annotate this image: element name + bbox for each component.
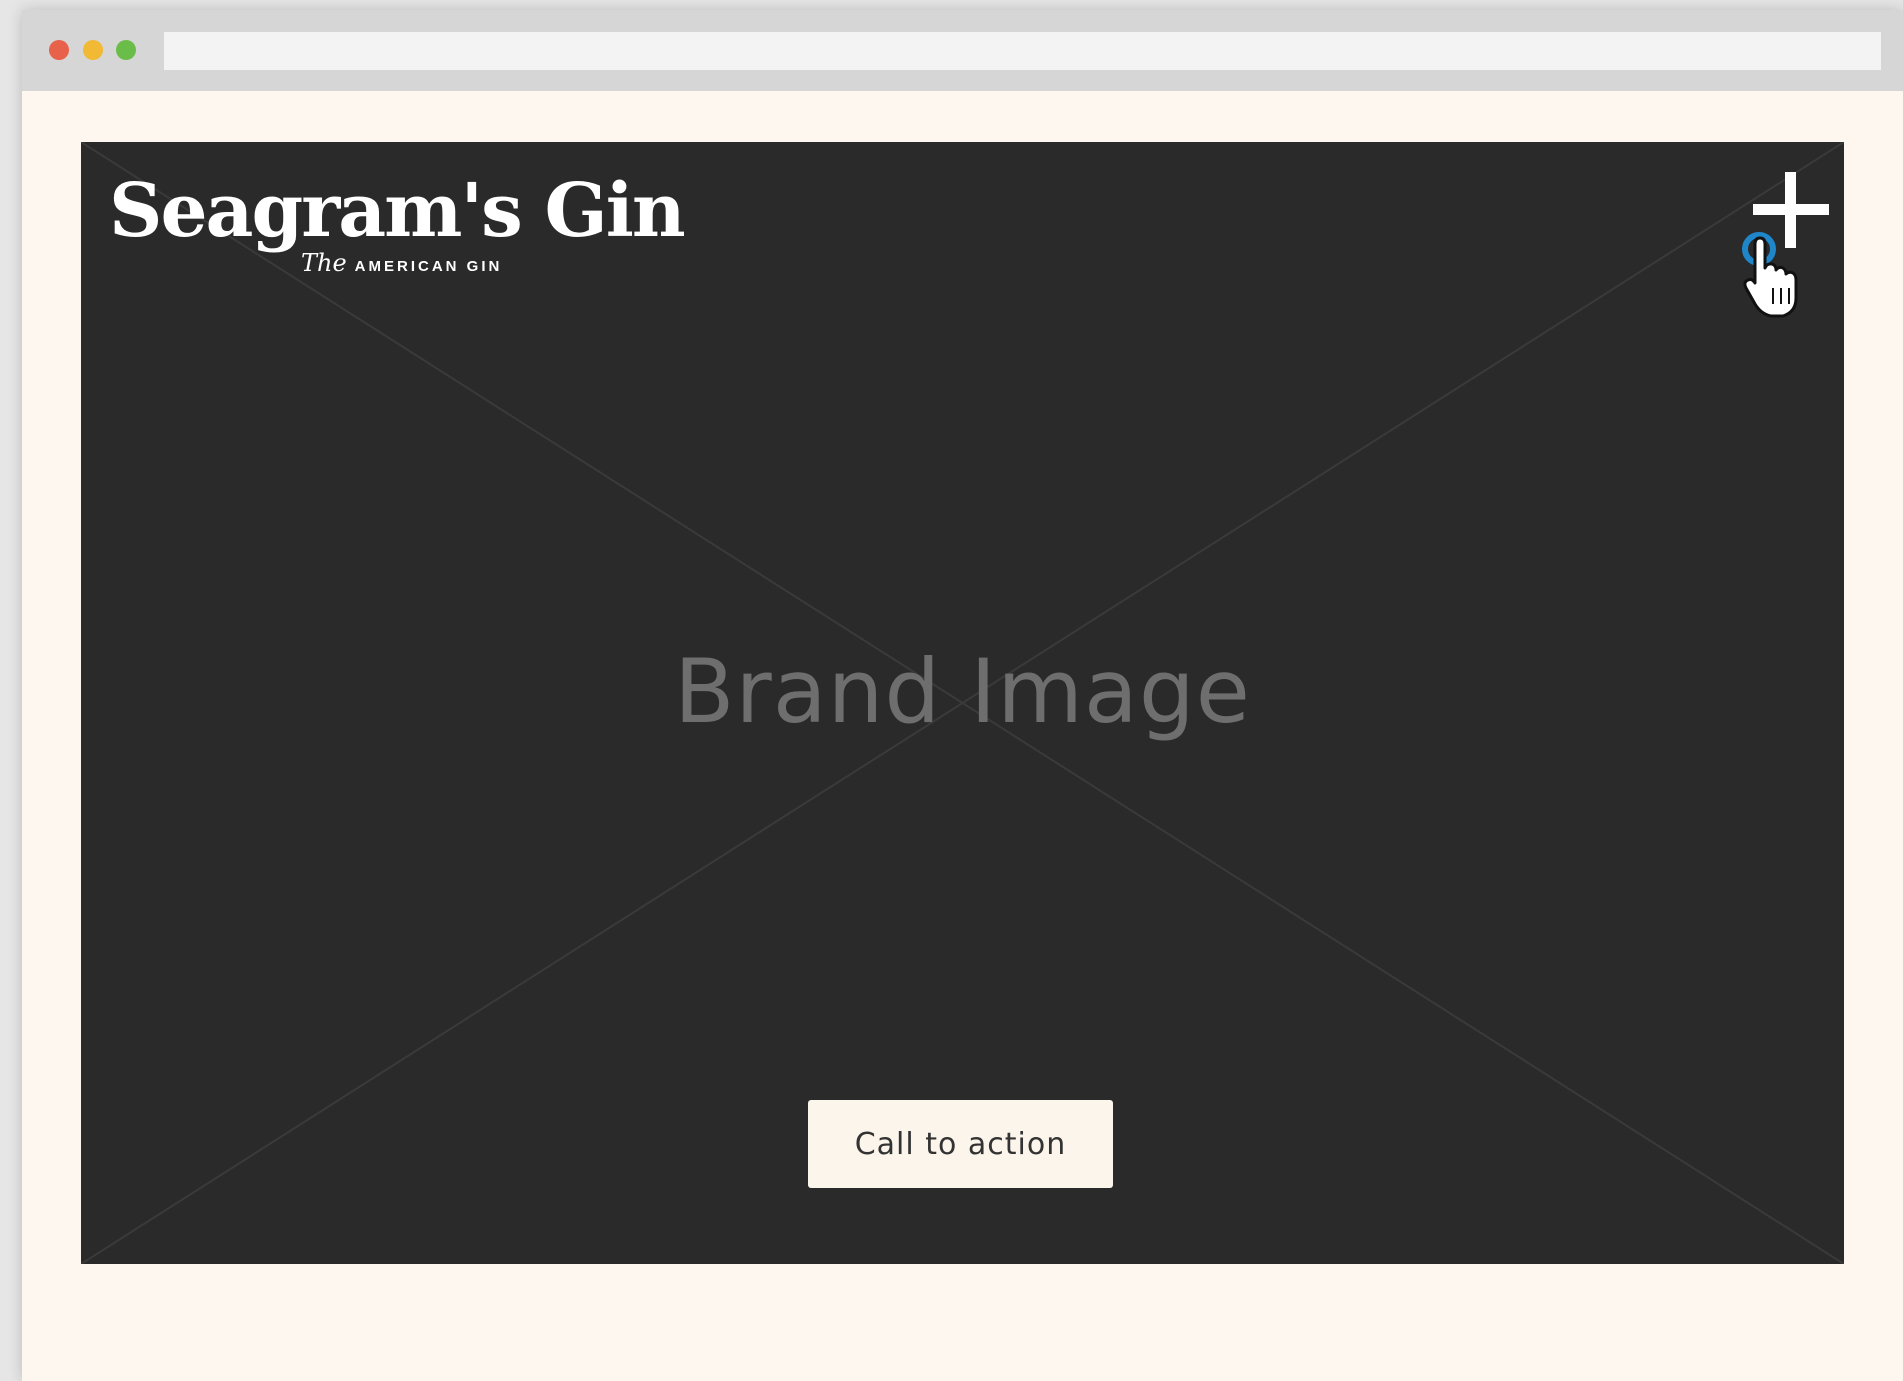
hero-banner: Seagram's Gin The AMERICAN GIN Brand Imag… xyxy=(81,142,1844,1264)
logo-tagline: The AMERICAN GIN xyxy=(301,250,502,280)
minimize-window-button[interactable] xyxy=(83,40,103,60)
logo-tagline-prefix: The xyxy=(301,249,347,277)
brand-logo[interactable]: Seagram's Gin The AMERICAN GIN xyxy=(109,168,686,288)
hand-pointer-icon xyxy=(1741,230,1803,320)
browser-titlebar xyxy=(22,10,1903,91)
zoom-window-button[interactable] xyxy=(116,40,136,60)
logo-tagline-text: AMERICAN GIN xyxy=(354,258,503,275)
call-to-action-button[interactable]: Call to action xyxy=(808,1100,1113,1188)
browser-window: Seagram's Gin The AMERICAN GIN Brand Imag… xyxy=(22,10,1903,1381)
address-bar[interactable] xyxy=(164,32,1881,70)
close-window-button[interactable] xyxy=(49,40,69,60)
logo-wordmark: Seagram's Gin xyxy=(109,168,686,254)
brand-image-label: Brand Image xyxy=(674,640,1251,743)
